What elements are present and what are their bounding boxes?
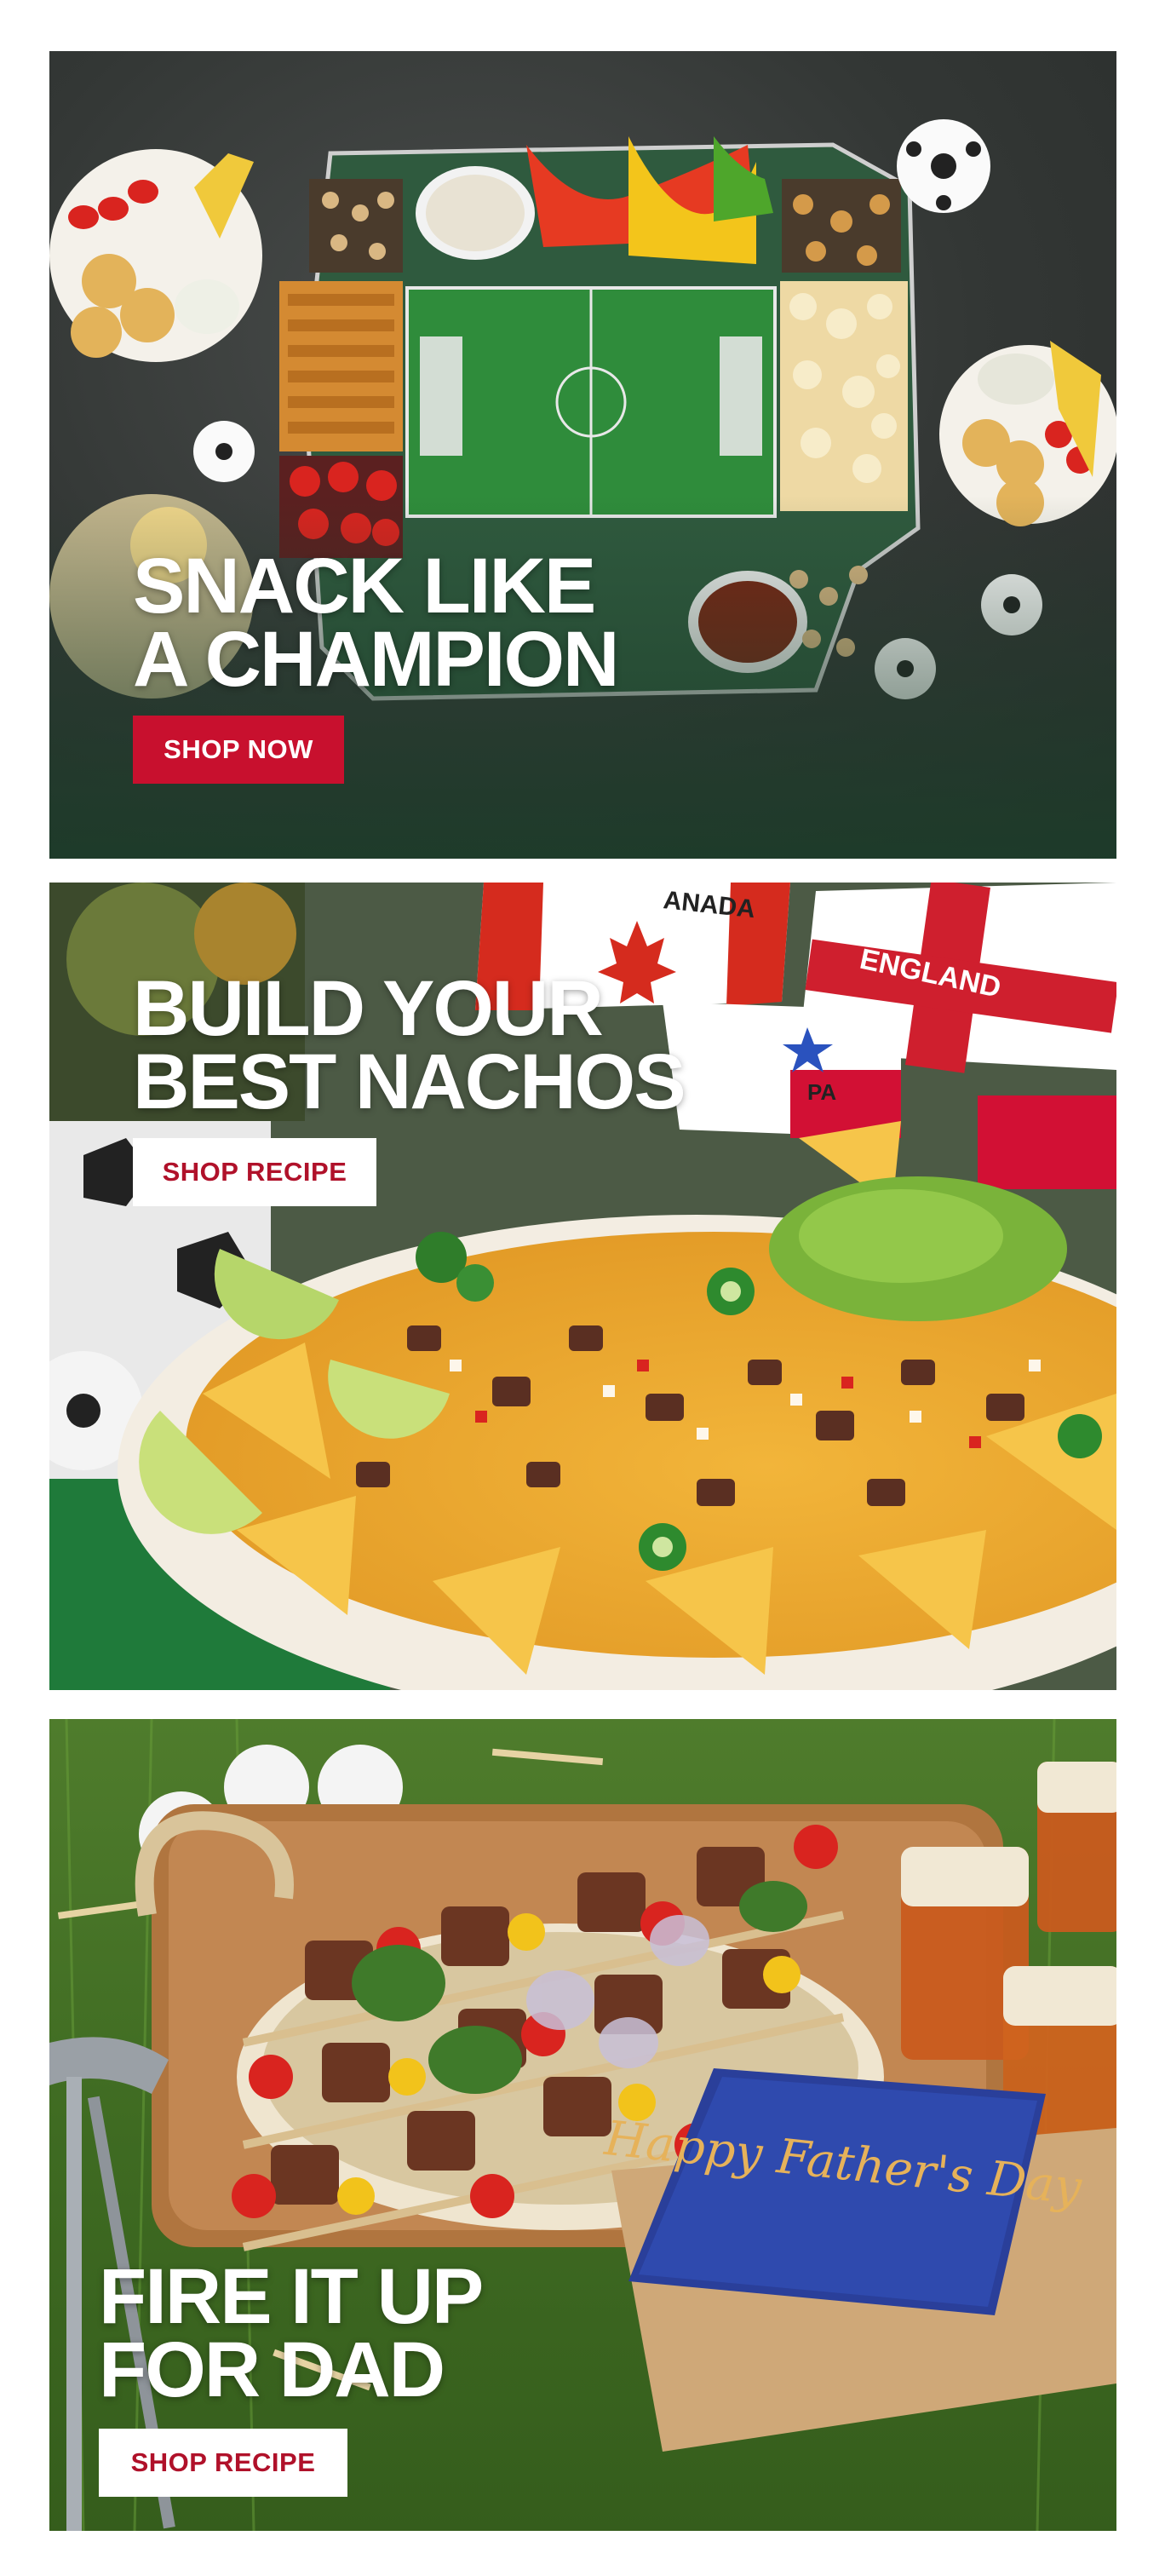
nachos-headline: BUILD YOUR BEST NACHOS	[133, 965, 686, 1126]
shop-recipe-button[interactable]: SHOP RECIPE	[99, 2429, 347, 2497]
flag-label-panama: PA	[807, 1079, 836, 1105]
shop-recipe-button[interactable]: SHOP RECIPE	[133, 1138, 376, 1206]
headline-line-2: FOR DAD	[99, 2326, 445, 2414]
headline-line-2: BEST NACHOS	[133, 1038, 686, 1126]
shop-now-button[interactable]: SHOP NOW	[133, 716, 344, 784]
nachos-banner[interactable]: ANADA ENGLAND PA BUILD YOUR BEST NACHOS …	[49, 883, 1116, 1690]
flag-panama: PA	[663, 1002, 901, 1138]
fathers-day-banner[interactable]: Happy Father's Day FIRE IT UP FOR DAD SH…	[49, 1719, 1116, 2531]
headline-line-2: A CHAMPION	[133, 616, 619, 704]
headline-line-1: BUILD YOUR	[133, 965, 604, 1052]
headline-line-1: FIRE IT UP	[99, 2253, 484, 2340]
fathers-day-headline: FIRE IT UP FOR DAD	[99, 2253, 484, 2414]
snack-headline: SNACK LIKE A CHAMPION	[133, 543, 619, 704]
snack-banner[interactable]: SNACK LIKE A CHAMPION SHOP NOW	[49, 51, 1116, 859]
headline-line-1: SNACK LIKE	[133, 543, 596, 630]
